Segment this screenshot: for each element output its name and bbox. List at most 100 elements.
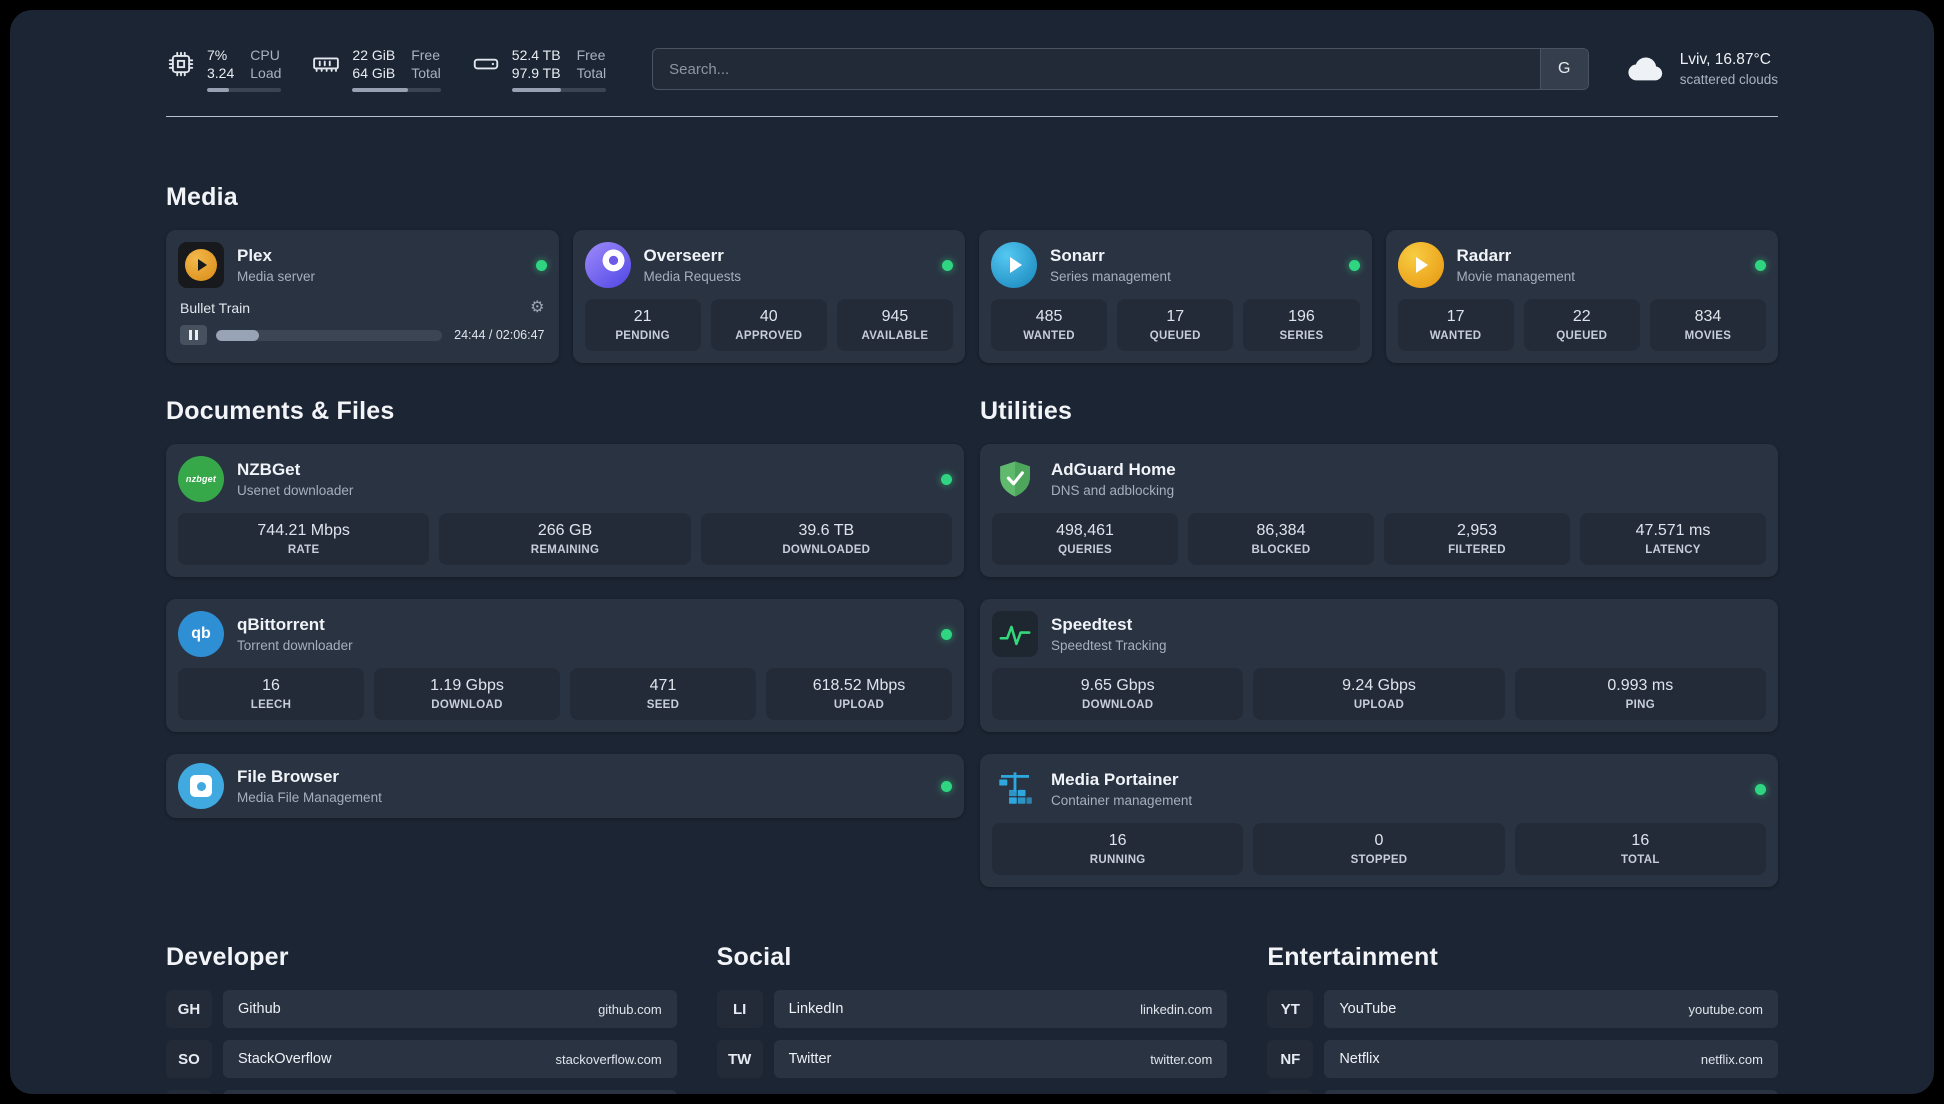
stat-value: 16 [1631,832,1650,850]
stat-label: DOWNLOAD [1081,699,1154,712]
bookmark-reddit[interactable]: RE Reddit reddit.com [1267,1090,1778,1094]
bookmark-linkedin[interactable]: LI LinkedIn linkedin.com [716,990,1228,1029]
stat-available: 945 AVAILABLE [836,299,954,352]
stat-label: WANTED [1023,330,1075,343]
stat-value: 40 [759,308,778,326]
app-title: Overseerr [643,246,724,266]
stat-wanted: 485 WANTED [991,299,1108,352]
bookmark-abbr: YT [1267,990,1314,1029]
cpu-label: CPU [250,47,280,63]
plex-icon [178,242,224,289]
app-subtitle: Torrent downloader [237,638,353,654]
card-header: Sonarr Series management [991,242,1360,289]
app-card-overseerr[interactable]: Overseerr Media Requests 21 PENDING 40 A… [572,230,965,364]
qbittorrent-icon-label: qb [191,625,211,643]
bookmark-netflix[interactable]: NF Netflix netflix.com [1267,1040,1778,1079]
disk-total-value: 97.9 TB [511,65,561,82]
app-title: AdGuard Home [1051,460,1176,480]
stats-row: 21 PENDING 40 APPROVED 945 AVAILABLE [584,299,954,352]
column-utilities: Utilities AdGuard Home DNS and adblockin… [980,397,1778,909]
app-meta: Overseerr Media Requests [644,246,742,284]
stat-total: 16 TOTAL [1514,823,1766,876]
player-row: 24:44 / 02:06:47 [178,325,547,346]
search-bar: G [652,48,1589,91]
app-title: NZBGet [237,460,301,480]
bookmark-name: LinkedIn [788,1001,844,1018]
cpu-chip-icon [168,51,194,77]
search-engine-button[interactable]: G [1539,49,1588,90]
media-grid: Plex Media server Bullet Train ⚙ 24:44 /… [166,230,1778,364]
stats-row: 485 WANTED 17 QUEUED 196 SERIES [991,299,1360,352]
app-card-filebrowser[interactable]: File Browser Media File Management [166,754,964,819]
middle-columns: Documents & Files nzbget NZBGet Usenet d… [166,397,1778,909]
cloud-icon [1628,57,1662,81]
search-input[interactable] [653,60,1540,78]
stat-filtered: 2,953 FILTERED [1384,513,1570,566]
gear-icon[interactable]: ⚙ [530,300,544,316]
bookmark-url: twitter.com [1150,1051,1213,1067]
bookmark-name: StackOverflow [238,1051,332,1068]
section-heading-social: Social [716,943,792,972]
weather-widget[interactable]: Lviv, 16.87°C scattered clouds [1625,48,1778,90]
app-card-sonarr[interactable]: Sonarr Series management 485 WANTED 17 Q… [979,230,1372,364]
app-subtitle: Series management [1050,269,1171,285]
bookmark-abbr: DT [166,1090,212,1094]
bookmark-dev[interactable]: DT DEV dev.to [166,1090,677,1094]
card-header: Radarr Movie management [1397,242,1766,289]
bookmark-github[interactable]: GH Github github.com [166,990,677,1029]
card-header: AdGuard Home DNS and adblocking [992,456,1766,502]
weather-location: Lviv, 16.87°C [1679,50,1771,68]
app-card-speedtest[interactable]: Speedtest Speedtest Tracking 9.65 Gbps D… [980,599,1778,733]
cpu-widget: 7% 3.24 CPU Load [166,46,282,93]
app-title: Speedtest [1051,615,1133,635]
stat-label: DOWNLOADED [782,544,871,557]
app-meta: Media Portainer Container management [1051,770,1192,808]
dashboard: 7% 3.24 CPU Load 22 GiB 64 GiB Free Tota… [10,10,1934,1094]
stats-row: 16 LEECH 1.19 Gbps DOWNLOAD 471 SEED 618… [178,668,952,721]
app-card-radarr[interactable]: Radarr Movie management 17 WANTED 22 QUE… [1385,230,1778,364]
bookmark-stackoverflow[interactable]: SO StackOverflow stackoverflow.com [166,1040,677,1079]
weather-condition: scattered clouds [1679,71,1778,87]
stat-label: TOTAL [1620,854,1660,867]
stat-value: 196 [1288,308,1315,326]
bookmark-name: Netflix [1339,1051,1380,1068]
stat-ping: 0.993 ms PING [1514,668,1766,721]
bookmark-abbr: GH [166,990,212,1029]
stat-queries: 498,461 QUERIES [992,513,1178,566]
stat-label: BLOCKED [1251,544,1311,557]
app-card-plex[interactable]: Plex Media server Bullet Train ⚙ 24:44 /… [166,230,559,364]
stat-seed: 471 SEED [570,668,756,721]
app-card-nzbget[interactable]: nzbget NZBGet Usenet downloader 744.21 M… [166,444,964,578]
adguard-icon [992,456,1038,502]
app-card-portainer[interactable]: Media Portainer Container management 16 … [980,754,1778,888]
nzbget-icon-label: nzbget [185,474,217,485]
stats-row: 17 WANTED 22 QUEUED 834 MOVIES [1397,299,1767,352]
stat-wanted: 17 WANTED [1397,299,1514,352]
app-card-adguard[interactable]: AdGuard Home DNS and adblocking 498,461 … [980,444,1778,578]
topbar-divider [166,116,1778,118]
now-playing-row: Bullet Train ⚙ [178,300,547,317]
playback-progress-bar[interactable] [216,329,443,341]
app-title: Radarr [1456,246,1512,266]
app-meta: Plex Media server [237,246,315,284]
bookmark-twitter[interactable]: TW Twitter twitter.com [716,1040,1228,1079]
nzbget-icon: nzbget [178,456,224,503]
stat-label: MOVIES [1684,330,1732,343]
bookmark-abbr: TW [716,1040,763,1079]
bookmark-main: Reddit reddit.com [1324,1090,1778,1094]
status-dot-online [941,628,952,640]
pause-button[interactable] [180,325,207,346]
bookmark-youtube[interactable]: YT YouTube youtube.com [1267,990,1778,1029]
app-card-qbittorrent[interactable]: qb qBittorrent Torrent downloader 16 LEE… [166,599,964,733]
app-meta: qBittorrent Torrent downloader [237,615,353,653]
stat-value: 0.993 ms [1607,677,1674,695]
section-media: Media Plex Media server Bullet Train ⚙ 2… [166,183,1778,364]
app-subtitle: Media Requests [643,269,742,285]
stats-row: 9.65 Gbps DOWNLOAD 9.24 Gbps UPLOAD 0.99… [992,668,1766,721]
bookmark-main: YouTube youtube.com [1324,990,1778,1029]
bookmarks-developer: Developer GH Github github.com SO StackO… [166,943,677,1094]
app-title: qBittorrent [237,615,325,635]
app-subtitle: DNS and adblocking [1051,483,1175,499]
stat-value: 498,461 [1056,522,1114,540]
stat-upload: 9.24 Gbps UPLOAD [1253,668,1505,721]
